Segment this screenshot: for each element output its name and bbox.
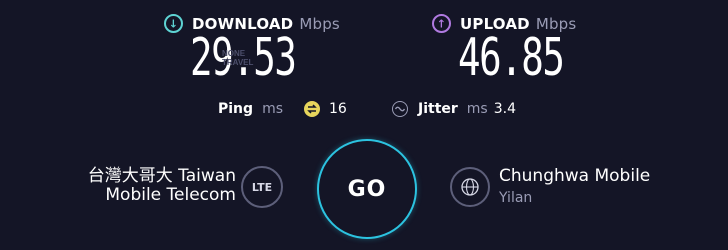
jitter-row: Jitter ms 3.4 [392,101,516,117]
provider-line1: 台灣大哥大 Taiwan [87,166,236,186]
jitter-label: Jitter [418,101,458,117]
watermark-line1: NONE [222,49,246,58]
jitter-unit: ms [466,101,488,117]
ping-value: 16 [329,101,347,117]
jitter-icon [392,101,408,117]
download-unit: Mbps [299,14,340,33]
watermark-line2: TRAVEL [222,58,254,67]
upload-arrow-icon: ↑ [432,14,451,33]
go-button[interactable]: GO [317,139,417,239]
server-name: Chunghwa Mobile [499,166,651,186]
download-watermark: NONE TRAVEL [222,49,253,67]
download-arrow-icon: ↓ [164,14,183,33]
lte-icon: LTE [241,166,283,208]
provider-name[interactable]: 台灣大哥大 Taiwan Mobile Telecom [88,167,236,205]
ping-unit: ms [262,101,283,117]
ping-label: Ping [218,101,254,117]
server-location: Yilan [499,190,533,206]
globe-icon [450,167,490,207]
jitter-value: 3.4 [493,101,516,117]
server-info[interactable]: Chunghwa Mobile Yilan [499,166,650,206]
upload-value: 46.85 [458,28,565,88]
ping-row: Ping ms 16 [218,101,347,117]
ping-icon [304,101,320,117]
provider-line2: Mobile Telecom [105,185,236,205]
